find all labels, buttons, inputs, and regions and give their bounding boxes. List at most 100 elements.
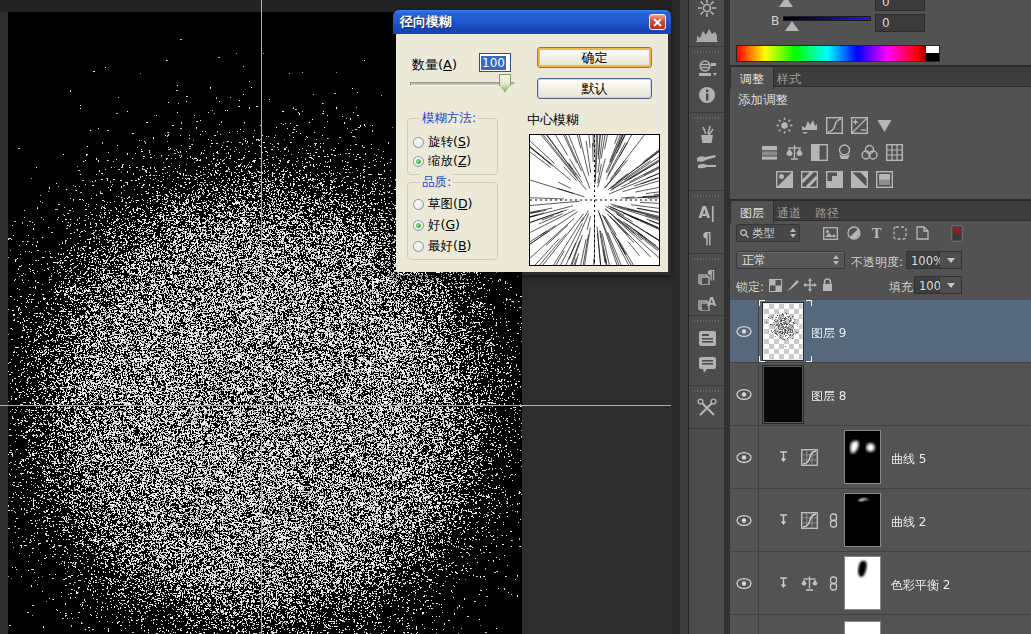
layer-name[interactable]: 曲线 5 [891,451,926,468]
layer-row-partial[interactable] [730,615,1031,634]
color-value-top[interactable]: 0 [875,0,925,11]
dock-grip[interactable] [694,256,720,263]
threshold-icon[interactable] [826,171,843,188]
blur-center-preview[interactable] [529,134,660,266]
radio-best[interactable]: 最好(B) [413,239,471,253]
info-icon[interactable] [689,82,725,108]
visibility-cell[interactable] [730,552,759,615]
default-button[interactable]: 默认 [537,78,652,99]
color-balance-icon[interactable] [786,144,803,161]
blend-mode-value: 正常 [742,252,766,269]
horizontal-guide[interactable] [0,405,671,406]
selective-color-icon[interactable] [876,171,893,188]
layer-mask-thumbnail[interactable] [844,430,881,484]
vibrance-icon[interactable] [876,117,893,134]
clone-source-icon[interactable] [689,0,725,21]
fill-dropdown-button[interactable] [940,276,962,294]
filter-adjustment-layers-icon[interactable] [845,225,862,241]
tab-paths[interactable]: 路径 [806,201,848,223]
visibility-cell[interactable] [730,426,759,489]
lock-position-icon[interactable] [802,277,818,293]
dock-grip[interactable] [694,49,720,56]
lock-pixels-icon[interactable] [785,277,801,293]
lock-transparency-icon[interactable] [767,277,783,293]
radio-zoom[interactable]: 缩放(Z) [413,154,471,168]
amount-slider-thumb[interactable] [499,74,511,92]
slider-handle-top[interactable] [779,0,793,7]
layer-thumbnail[interactable] [763,303,803,360]
dialog-title[interactable]: 径向模糊 [393,10,671,34]
filter-shape-layers-icon[interactable] [891,225,908,241]
black-white-icon[interactable] [811,144,828,161]
dock-grip[interactable] [694,318,720,325]
hue-saturation-icon[interactable] [761,144,778,161]
vertical-guide[interactable] [261,0,262,634]
layer-row-curves2[interactable]: 曲线 2 [730,489,1031,552]
adjustments-tabbar: 调整 样式 [730,65,1031,87]
visibility-cell[interactable] [730,363,759,426]
layer-mask-thumbnail[interactable] [844,493,881,547]
visibility-cell[interactable] [730,300,759,363]
layer-name[interactable]: 图层 9 [811,325,846,342]
layer-name[interactable]: 曲线 2 [891,514,926,531]
dock-grip[interactable] [694,193,720,200]
brush-panel-icon[interactable] [689,122,725,148]
character-styles-icon[interactable]: A [689,289,725,315]
brush-presets-icon[interactable] [689,148,725,174]
channel-mixer-icon[interactable] [861,144,878,161]
amount-input[interactable]: 100 [479,53,511,72]
fill-value[interactable]: 100% [914,276,940,294]
opacity-dropdown-button[interactable] [940,251,962,269]
ok-button[interactable]: 确定 [537,47,652,68]
dock-grip[interactable] [694,388,720,395]
layer-name[interactable]: 色彩平衡 2 [891,577,950,594]
dock-grip[interactable] [694,115,720,122]
brightness-contrast-icon[interactable] [776,117,793,134]
layer-thumbnail[interactable] [763,366,803,423]
layer-row-9[interactable]: 图层 9 [730,300,1031,363]
opacity-value[interactable]: 100% [906,251,940,269]
gradient-map-icon[interactable] [851,171,868,188]
black-swatch[interactable] [926,53,940,62]
exposure-icon[interactable] [851,117,868,134]
swatches-icon[interactable] [689,56,725,82]
tool-presets-icon[interactable] [689,395,725,421]
layer-mask-thumbnail[interactable] [844,556,881,610]
filter-toggle-switch[interactable] [948,225,965,241]
radio-good[interactable]: 好(G) [413,218,460,232]
paragraph-panel-icon[interactable]: ¶ [689,226,725,252]
color-spectrum-ramp[interactable] [736,45,926,62]
annotations-panel-icon[interactable] [689,351,725,377]
photo-filter-icon[interactable] [836,144,853,161]
b-slider-handle[interactable] [785,21,799,31]
layer-mask-thumbnail[interactable] [844,621,881,634]
radio-draft[interactable]: 草图(D) [413,197,472,211]
layer-row-curves5[interactable]: 曲线 5 [730,426,1031,489]
layer-row-8[interactable]: 图层 8 [730,363,1031,426]
tab-styles[interactable]: 样式 [768,67,810,89]
b-value[interactable]: 0 [875,14,925,32]
radio-spin[interactable]: 旋转(S) [413,135,471,149]
character-panel-icon[interactable]: A| [689,200,725,226]
posterize-icon[interactable] [801,171,818,188]
levels-icon[interactable] [801,117,818,134]
curves-icon[interactable] [826,117,843,134]
paragraph-styles-icon[interactable]: ¶ [689,263,725,289]
lock-row: 锁定: 填充: 100% [730,276,1031,300]
filter-pixel-layers-icon[interactable] [822,225,839,241]
blend-mode-combo[interactable]: 正常 [736,251,845,269]
notes-panel-icon[interactable] [689,325,725,351]
layer-name[interactable]: 图层 8 [811,388,846,405]
lock-all-icon[interactable] [819,277,835,293]
filter-type-layers-icon[interactable]: T [868,225,885,241]
layer-row-colorbalance2[interactable]: 色彩平衡 2 [730,552,1031,615]
visibility-cell[interactable] [730,615,759,634]
filter-type-combo[interactable]: 类型 [736,224,800,242]
visibility-cell[interactable] [730,489,759,552]
color-lookup-icon[interactable] [886,144,903,161]
close-button[interactable] [649,14,666,30]
histogram-icon[interactable] [689,21,725,47]
invert-icon[interactable] [776,171,793,188]
filter-smart-objects-icon[interactable] [914,225,931,241]
tab-channels[interactable]: 通道 [768,201,810,223]
